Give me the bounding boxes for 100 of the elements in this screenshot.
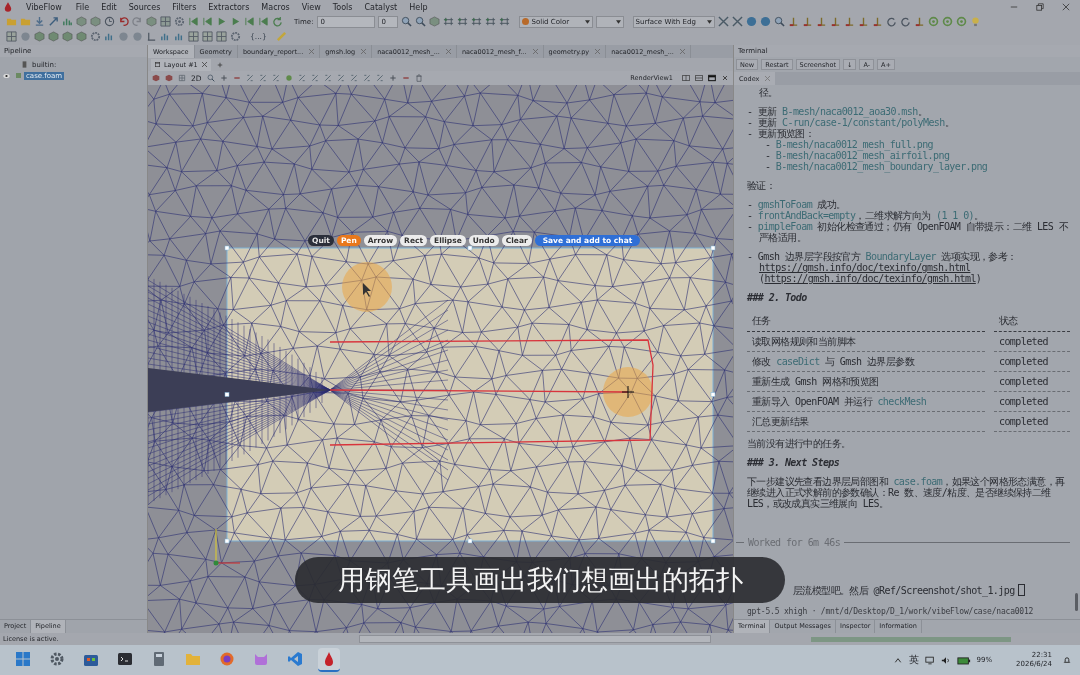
grid-icon[interactable]	[484, 16, 496, 27]
ring-icon[interactable]	[941, 16, 953, 27]
menu-item[interactable]: Sources	[128, 2, 161, 12]
axis-icon[interactable]	[871, 16, 883, 27]
caret-icon[interactable]	[706, 19, 712, 24]
add-icon[interactable]	[216, 61, 223, 68]
chevron-up-icon[interactable]	[892, 655, 903, 665]
sphere-icon[interactable]	[132, 31, 143, 42]
undo-icon[interactable]	[118, 16, 129, 27]
resize-handle[interactable]	[224, 538, 230, 544]
speaker-icon[interactable]	[940, 655, 951, 665]
close-icon[interactable]	[201, 62, 207, 67]
grid-icon[interactable]	[216, 31, 227, 42]
arrow-icon[interactable]	[48, 16, 59, 27]
chart-icon[interactable]	[104, 31, 115, 42]
prompt-input-text[interactable]: 层流模型吧。然后 @Ref/Screenshot/shot_1.jpg	[793, 584, 1015, 596]
eye-icon[interactable]	[3, 72, 10, 79]
skip-icon[interactable]	[258, 16, 269, 27]
scrollbar[interactable]	[358, 635, 711, 643]
download-icon[interactable]	[34, 16, 45, 27]
axis-icon[interactable]	[245, 74, 254, 82]
search-icon[interactable]	[414, 16, 426, 27]
drop-icon[interactable]	[318, 648, 340, 672]
expand-icon[interactable]	[717, 16, 729, 27]
search-icon[interactable]	[773, 16, 785, 27]
grid-icon[interactable]	[442, 16, 454, 27]
ring-icon[interactable]	[955, 16, 967, 27]
menu-item[interactable]: Filters	[172, 2, 197, 12]
gear-icon[interactable]	[174, 16, 185, 27]
loop-icon[interactable]	[885, 16, 897, 27]
maximize-icon[interactable]	[708, 74, 716, 82]
sphere-icon[interactable]	[118, 31, 129, 42]
close-icon[interactable]	[721, 74, 729, 82]
split-horizontal-icon[interactable]	[682, 74, 690, 82]
minimize-icon[interactable]	[1010, 3, 1018, 11]
close-icon[interactable]	[532, 49, 538, 54]
ring-icon[interactable]	[284, 74, 293, 82]
cube-icon[interactable]	[62, 31, 73, 42]
skip-icon[interactable]	[188, 16, 199, 27]
menu-item[interactable]: Macros	[261, 2, 290, 12]
chart-icon[interactable]	[62, 16, 73, 27]
cube-icon[interactable]	[428, 16, 440, 27]
search-icon[interactable]	[400, 16, 412, 27]
sphere-icon[interactable]	[745, 16, 757, 27]
axis-icon[interactable]	[297, 74, 306, 82]
axis-icon[interactable]	[843, 16, 855, 27]
trash-icon[interactable]	[414, 74, 423, 82]
close-icon[interactable]	[765, 76, 771, 81]
plus-icon[interactable]	[219, 74, 228, 82]
search-icon[interactable]	[206, 74, 215, 82]
axis-icon[interactable]	[310, 74, 319, 82]
grid-icon[interactable]	[178, 74, 186, 82]
play-icon[interactable]	[230, 16, 241, 27]
grid-icon[interactable]	[470, 16, 482, 27]
cube-icon[interactable]	[90, 16, 101, 27]
resize-handle[interactable]	[710, 245, 716, 251]
clock-icon[interactable]	[104, 16, 115, 27]
menu-item[interactable]: Catalyst	[364, 2, 398, 12]
menu-item[interactable]: File	[75, 2, 90, 12]
close-icon[interactable]	[309, 49, 315, 54]
grid-icon[interactable]	[456, 16, 468, 27]
axis-icon[interactable]	[336, 74, 345, 82]
menu-item[interactable]: Help	[409, 2, 428, 12]
axis-icon[interactable]	[913, 16, 925, 27]
axis-icon[interactable]	[258, 74, 267, 82]
cube-icon[interactable]	[76, 31, 87, 42]
caret-icon[interactable]	[615, 19, 621, 24]
sphere-icon[interactable]	[759, 16, 771, 27]
minus-icon[interactable]	[401, 74, 410, 82]
grid-icon[interactable]	[188, 31, 199, 42]
grid-icon[interactable]	[498, 16, 510, 27]
cube-icon[interactable]	[48, 31, 59, 42]
resize-handle[interactable]	[224, 245, 230, 251]
axis-icon[interactable]	[349, 74, 358, 82]
ring-icon[interactable]	[927, 16, 939, 27]
axis-icon[interactable]	[801, 16, 813, 27]
menu-item[interactable]: View	[301, 2, 321, 12]
axis-icon[interactable]	[857, 16, 869, 27]
loop-icon[interactable]	[899, 16, 911, 27]
scrollbar-thumb[interactable]	[1075, 593, 1078, 611]
axis-icon[interactable]	[815, 16, 827, 27]
axis-icon[interactable]	[323, 74, 332, 82]
close-icon[interactable]	[1062, 3, 1070, 11]
close-icon[interactable]	[595, 49, 601, 54]
cube-icon[interactable]	[76, 16, 87, 27]
cube-icon[interactable]	[146, 16, 157, 27]
chart-icon[interactable]	[174, 31, 185, 42]
battery-icon[interactable]	[956, 655, 971, 665]
gear-icon[interactable]	[90, 31, 101, 42]
axis-icon[interactable]	[362, 74, 371, 82]
axis-icon[interactable]	[146, 31, 157, 42]
caret-icon[interactable]	[584, 19, 590, 24]
resize-handle[interactable]	[224, 392, 230, 397]
gear-icon[interactable]	[230, 31, 241, 42]
network-icon[interactable]	[924, 655, 935, 665]
axis-icon[interactable]	[375, 74, 384, 82]
play-icon[interactable]	[216, 16, 227, 27]
axis-icon[interactable]	[787, 16, 799, 27]
grid-icon[interactable]	[202, 31, 213, 42]
axis-icon[interactable]	[829, 16, 841, 27]
